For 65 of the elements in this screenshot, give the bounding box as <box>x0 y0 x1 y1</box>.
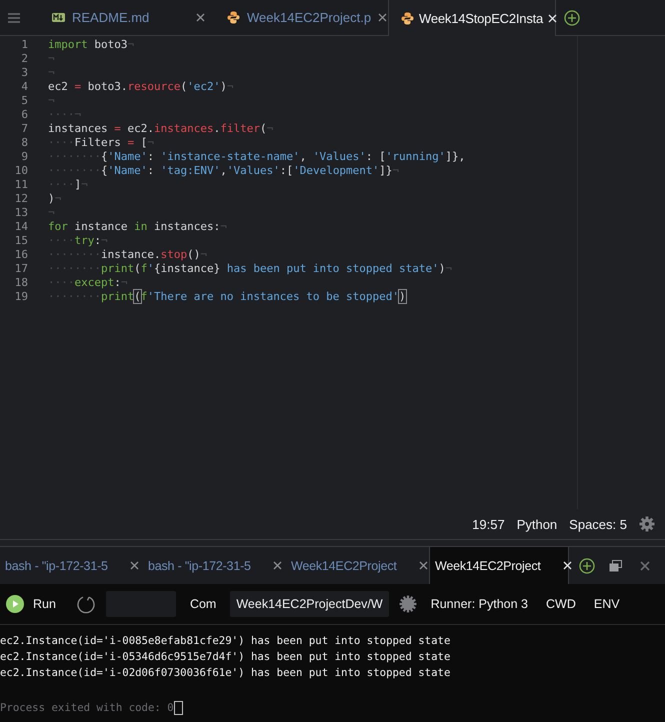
code-line: ········print(f'{instance} has been put into stopped state')¬ <box>48 262 452 276</box>
code-line: )¬ <box>48 192 62 206</box>
output-line: ec2.Instance(id='i-02d06f0730036f61e') has been put into stopped state <box>0 665 452 681</box>
run-button[interactable]: Run <box>6 595 56 613</box>
line-number: 6 <box>20 108 28 122</box>
line-number: 13 <box>14 206 28 220</box>
cursor-position[interactable]: 19:57 <box>472 516 505 532</box>
code-line: ····try:¬ <box>48 234 108 248</box>
tab-label: Week14EC2Project.p <box>247 10 372 25</box>
editor-tab[interactable]: README.md <box>38 0 213 35</box>
line-number: 12 <box>14 192 28 206</box>
line-number: 11 <box>14 178 28 192</box>
line-number: 2 <box>20 52 28 66</box>
runner-button[interactable]: Runner: Python 3 <box>426 597 532 611</box>
line-number: 10 <box>14 164 28 178</box>
code-line: ¬ <box>48 206 55 220</box>
code-line: ········instance.stop()¬ <box>48 248 207 262</box>
code-line: ¬ <box>48 52 55 66</box>
terminal-tab[interactable]: bash - "ip-172-31-5 <box>143 547 286 584</box>
code-line: ····except:¬ <box>48 276 128 290</box>
code-line: import boto3¬ <box>48 38 134 52</box>
line-number: 7 <box>20 122 28 136</box>
exit-message: Process exited with code: 0 <box>0 701 174 715</box>
code-line: ····¬ <box>48 108 82 122</box>
code-line: ········{'Name': 'tag:ENV','Values':['Development']}¬ <box>48 164 400 178</box>
editor-tab[interactable]: Week14StopEC2Insta <box>388 0 556 36</box>
line-number: 18 <box>14 276 28 290</box>
code-line: for instance in instances:¬ <box>48 220 227 234</box>
line-number: 4 <box>20 80 28 94</box>
terminal-tab[interactable]: Week14EC2Project <box>286 547 429 584</box>
code-line: ¬ <box>48 94 55 108</box>
code-line: ········print(f'There are no instances to be stopped') <box>48 290 406 304</box>
code-line: ec2 = boto3.resource('ec2')¬ <box>48 80 234 94</box>
code-line: ········{'Name': 'instance-state-name', 'Values': ['running']}, <box>48 150 466 164</box>
line-number: 1 <box>20 38 28 52</box>
line-number: 8 <box>20 136 28 150</box>
output-line: ec2.Instance(id='i-05346d6c9515e7d4f') has been put into stopped state <box>0 649 452 665</box>
line-number: 3 <box>20 66 28 80</box>
code-line: ····Filters = [¬ <box>48 136 154 150</box>
tab-label: bash - "ip-172-31-5 <box>5 558 108 572</box>
code-line: ····]¬ <box>48 178 88 192</box>
line-number: 5 <box>20 94 28 108</box>
command-label: Com <box>190 597 216 611</box>
cwd-button[interactable]: CWD <box>542 597 580 611</box>
indentation-setting[interactable]: Spaces: 5 <box>569 516 627 532</box>
line-number: 15 <box>14 234 28 248</box>
editor-tab[interactable]: Week14EC2Project.p <box>213 0 388 35</box>
tab-label: Week14EC2Project <box>291 558 397 572</box>
language-mode[interactable]: Python <box>516 516 558 532</box>
terminal-tab[interactable]: Week14EC2Project <box>429 547 569 584</box>
env-button[interactable]: ENV <box>590 597 624 611</box>
code-line: ¬ <box>48 66 55 80</box>
output-line: ec2.Instance(id='i-0085e8efab81cfe29') has been put into stopped state <box>0 633 452 649</box>
tab-label: Week14EC2Project <box>435 558 541 572</box>
line-number: 9 <box>20 150 28 164</box>
line-number: 17 <box>14 262 28 276</box>
terminal-tab[interactable]: bash - "ip-172-31-5 <box>0 547 143 584</box>
line-number: 19 <box>14 290 28 304</box>
tab-label: README.md <box>72 10 150 25</box>
line-number: 14 <box>14 220 28 234</box>
tab-label: Week14StopEC2Insta <box>419 10 544 26</box>
tab-label: bash - "ip-172-31-5 <box>148 558 251 572</box>
command-field[interactable]: Week14EC2ProjectDev/W <box>230 591 389 617</box>
line-number: 16 <box>14 248 28 262</box>
code-line: instances = ec2.instances.filter(¬ <box>48 122 274 136</box>
